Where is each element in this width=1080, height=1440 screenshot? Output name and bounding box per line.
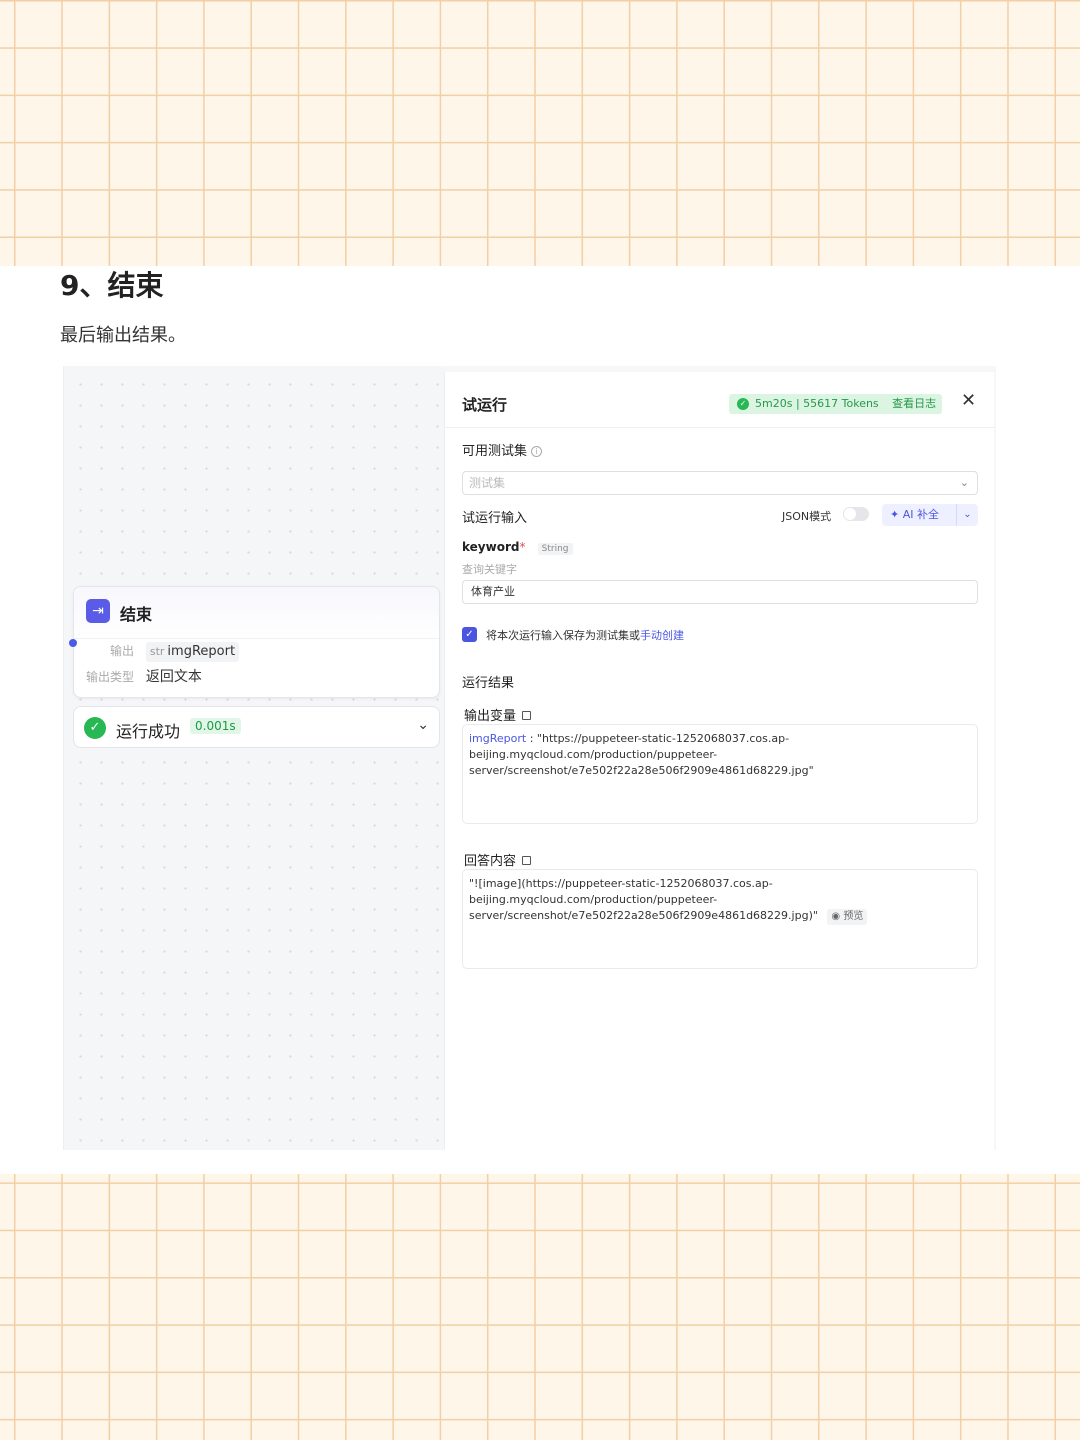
test-set-label-text: 可用测试集 bbox=[462, 444, 528, 459]
save-as-test-set-label: 将本次运行输入保存为测试集或手动创建 bbox=[486, 627, 684, 643]
output-vars-heading: 输出变量 bbox=[464, 705, 532, 724]
node-output-row: 输出 str imgReport bbox=[110, 641, 240, 662]
output-type-tag: str bbox=[149, 645, 165, 658]
node-output-kind-row: 输出类型 返回文本 bbox=[86, 667, 202, 687]
check-circle-icon: ✓ bbox=[84, 717, 106, 739]
param-name-row: keyword* String bbox=[462, 540, 573, 555]
input-port[interactable] bbox=[69, 639, 77, 647]
run-stats-text: 5m20s | 55617 Tokens bbox=[755, 397, 879, 410]
output-kind-value: 返回文本 bbox=[145, 669, 202, 685]
param-description: 查询关键字 bbox=[462, 563, 517, 576]
close-icon[interactable]: ✕ bbox=[961, 390, 976, 411]
output-label: 输出 bbox=[110, 644, 135, 658]
test-set-select[interactable]: 测试集 ⌄ bbox=[462, 471, 978, 495]
answer-label: 回答内容 bbox=[464, 854, 517, 869]
param-name: keyword bbox=[462, 540, 520, 554]
json-mode-toggle[interactable] bbox=[843, 507, 869, 521]
answer-value: "![image](https://puppeteer-static-12520… bbox=[469, 877, 818, 922]
ai-fill-label: AI 补全 bbox=[902, 508, 939, 521]
copy-icon[interactable] bbox=[522, 711, 532, 720]
output-name: imgReport bbox=[167, 644, 236, 659]
preview-label: 预览 bbox=[843, 911, 864, 922]
end-node[interactable]: ⇥ 结束 输出 str imgReport 输出类型 返回文本 bbox=[69, 586, 440, 698]
workflow-screenshot: ⇥ 结束 输出 str imgReport 输出类型 返回文本 ✓ 运行成功 0.… bbox=[63, 366, 996, 1150]
info-icon[interactable]: i bbox=[531, 446, 543, 457]
json-mode-label: JSON模式 bbox=[782, 510, 832, 523]
check-circle-icon: ✓ bbox=[737, 398, 749, 410]
output-vars-box: imgReport : "https://puppeteer-static-12… bbox=[462, 724, 978, 824]
sparkle-icon: ✦ bbox=[890, 508, 900, 521]
node-header: ⇥ 结束 bbox=[74, 587, 439, 639]
test-set-label: 可用测试集 i bbox=[462, 440, 543, 459]
run-result-label: 运行结果 bbox=[462, 676, 515, 691]
copy-icon[interactable] bbox=[522, 856, 532, 865]
manual-create-link[interactable]: 手动创建 bbox=[640, 629, 684, 642]
test-run-panel: 试运行 ✓ 5m20s | 55617 Tokens 查看日志 ✕ 可用测试集 i… bbox=[444, 372, 995, 1150]
preview-button[interactable]: ◉ 预览 bbox=[827, 909, 868, 925]
toggle-knob bbox=[844, 508, 856, 520]
eye-icon: ◉ bbox=[831, 911, 844, 922]
panel-title: 试运行 bbox=[462, 396, 508, 414]
article: 9、结束 最后输出结果。 ⇥ 结束 输出 str imgReport 输出类型 返… bbox=[0, 266, 1080, 1174]
section-paragraph: 最后输出结果。 bbox=[60, 325, 186, 346]
ai-fill-button[interactable]: ✦ AI 补全 ⌄ bbox=[882, 504, 978, 526]
run-status-text: 运行成功 bbox=[116, 722, 181, 741]
view-log-link[interactable]: 查看日志 bbox=[888, 397, 936, 410]
answer-heading: 回答内容 bbox=[464, 850, 532, 869]
chevron-down-icon[interactable]: ⌄ bbox=[956, 504, 978, 526]
chevron-down-icon[interactable]: ⌄ bbox=[417, 717, 429, 733]
keyword-input[interactable]: 体育产业 bbox=[462, 580, 978, 604]
section-heading: 9、结束 bbox=[60, 269, 164, 302]
run-status-time: 0.001s bbox=[190, 718, 241, 734]
divider bbox=[445, 427, 995, 428]
save-as-test-set-checkbox[interactable]: ✓ bbox=[462, 627, 477, 642]
run-stats-badge: ✓ 5m20s | 55617 Tokens 查看日志 bbox=[729, 394, 943, 414]
run-input-label: 试运行输入 bbox=[462, 511, 528, 526]
output-kind-label: 输出类型 bbox=[86, 670, 135, 684]
exit-icon: ⇥ bbox=[86, 599, 110, 623]
output-var-key: imgReport bbox=[469, 732, 527, 745]
param-type-tag: String bbox=[537, 543, 573, 555]
run-status-bar[interactable]: ✓ 运行成功 0.001s ⌄ bbox=[73, 706, 440, 748]
output-var-separator: : bbox=[526, 732, 537, 745]
output-vars-label: 输出变量 bbox=[464, 709, 517, 724]
answer-box: "![image](https://puppeteer-static-12520… bbox=[462, 869, 978, 969]
output-chip: str imgReport bbox=[145, 642, 240, 662]
required-mark: * bbox=[519, 540, 526, 554]
node-title: 结束 bbox=[120, 605, 153, 624]
test-set-placeholder: 测试集 bbox=[469, 476, 506, 490]
workflow-canvas[interactable]: ⇥ 结束 输出 str imgReport 输出类型 返回文本 ✓ 运行成功 0.… bbox=[64, 366, 444, 1150]
save-checkbox-text: 将本次运行输入保存为测试集或 bbox=[486, 629, 640, 642]
chevron-down-icon: ⌄ bbox=[959, 476, 969, 489]
